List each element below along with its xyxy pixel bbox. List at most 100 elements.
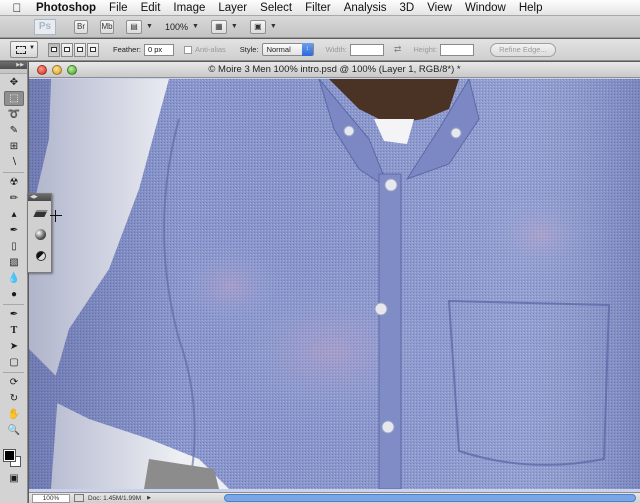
move-tool-icon[interactable]: ✥	[4, 75, 24, 90]
tool-divider	[3, 372, 24, 373]
intersect-selection-button[interactable]	[87, 42, 99, 57]
document-title-bar[interactable]: © Moire 3 Men 100% intro.psd @ 100% (Lay…	[29, 62, 640, 78]
quick-mask-icon[interactable]: ▣	[4, 471, 24, 486]
menu-app[interactable]: Photoshop	[34, 0, 103, 16]
subtract-selection-icon	[77, 47, 83, 52]
options-bar: ▼ Feather: 0 px Anti-alias Style: Normal…	[0, 39, 640, 61]
height-input[interactable]	[440, 43, 475, 56]
view-extras-button[interactable]: ▤	[126, 19, 142, 34]
status-info-icon[interactable]	[74, 494, 84, 502]
layers-icon	[33, 210, 48, 217]
menu-file[interactable]: File	[103, 0, 135, 16]
status-zoom-field[interactable]: 100%	[32, 493, 70, 503]
swap-dimensions-icon[interactable]: ⇄	[394, 44, 402, 55]
3d-orbit-tool-icon[interactable]: ↻	[4, 391, 24, 406]
selection-mode-group	[48, 42, 99, 57]
rectangle-shape-tool-icon[interactable]: ▢	[4, 355, 24, 370]
tool-preset-picker[interactable]: ▼	[10, 41, 38, 58]
clone-stamp-tool-icon[interactable]: ▴	[4, 207, 24, 222]
intersect-selection-icon	[90, 47, 96, 52]
channels-panel-button[interactable]	[32, 226, 49, 243]
chevron-down-icon[interactable]: ▼	[192, 23, 199, 30]
eyedropper-tool-icon[interactable]: ∖	[4, 155, 24, 170]
zoom-tool-icon[interactable]: 🔍	[4, 423, 24, 438]
gradient-tool-icon[interactable]: ▧	[4, 255, 24, 270]
document-window: © Moire 3 Men 100% intro.psd @ 100% (Lay…	[29, 62, 640, 503]
anti-alias-checkbox[interactable]	[183, 45, 192, 54]
rectangular-marquee-tool-icon[interactable]: ⬚	[4, 91, 24, 106]
chevron-down-icon[interactable]: ▼	[146, 23, 153, 30]
blur-tool-icon[interactable]: 💧	[4, 271, 24, 286]
bridge-button[interactable]: Br	[74, 19, 88, 34]
photo-button	[374, 302, 388, 316]
quick-selection-tool-icon[interactable]: ✎	[4, 123, 24, 138]
width-input[interactable]	[349, 43, 384, 56]
history-brush-tool-icon[interactable]: ✒	[4, 223, 24, 238]
adjustments-panel-button[interactable]	[32, 247, 49, 264]
hand-tool-icon[interactable]: ✋	[4, 407, 24, 422]
adjustments-icon	[35, 250, 46, 261]
refine-edge-button[interactable]: Refine Edge...	[490, 42, 556, 57]
menu-image[interactable]: Image	[167, 0, 212, 16]
chevron-down-icon[interactable]: ▼	[270, 23, 277, 30]
spot-healing-tool-icon[interactable]: ☢	[4, 175, 24, 190]
document-canvas[interactable]	[29, 79, 640, 489]
style-select[interactable]: Normal ↕	[261, 43, 314, 56]
tool-divider	[3, 172, 24, 173]
menu-layer[interactable]: Layer	[212, 0, 254, 16]
menu-view[interactable]: View	[421, 0, 459, 16]
width-label: Width:	[325, 45, 347, 54]
tools-panel-header[interactable]: ▶▶	[0, 62, 27, 69]
pen-tool-icon[interactable]: ✒	[4, 307, 24, 322]
menu-window[interactable]: Window	[458, 0, 512, 16]
crop-tool-icon[interactable]: ⊞	[4, 139, 24, 154]
feather-label: Feather:	[113, 45, 141, 54]
eraser-tool-icon[interactable]: ▯	[4, 239, 24, 254]
photo-button	[384, 178, 398, 192]
zoom-window-button[interactable]	[67, 65, 77, 75]
screen-mode-button[interactable]: ▣	[249, 19, 266, 34]
document-title: © Moire 3 Men 100% intro.psd @ 100% (Lay…	[208, 64, 461, 75]
menu-analysis[interactable]: Analysis	[337, 0, 393, 16]
feather-input[interactable]: 0 px	[143, 43, 174, 56]
arrange-documents-button[interactable]: ▦	[210, 19, 227, 34]
crosshair-cursor-icon	[50, 210, 62, 222]
tools-panel-grip[interactable]	[0, 69, 27, 74]
photo-collar-button	[343, 125, 355, 137]
menu-filter[interactable]: Filter	[299, 0, 338, 16]
add-to-selection-button[interactable]	[61, 42, 73, 57]
mini-bridge-button[interactable]: Mb	[100, 19, 114, 34]
3d-rotate-tool-icon[interactable]: ⟳	[4, 375, 24, 390]
style-value: Normal	[266, 45, 291, 54]
path-selection-tool-icon[interactable]: ➤	[4, 339, 24, 354]
apple-menu-icon[interactable]: 	[0, 1, 34, 15]
menu-help[interactable]: Help	[512, 0, 549, 16]
panel-dock-header[interactable]: ◀▶	[28, 194, 51, 201]
menu-3d[interactable]: 3D	[393, 0, 421, 16]
menu-bar:  Photoshop File Edit Image Layer Select…	[0, 0, 640, 16]
layers-panel-button[interactable]	[32, 205, 49, 222]
document-size-info: Doc: 1.45M/1.99M	[88, 494, 142, 502]
status-bar: 100% Doc: 1.45M/1.99M ▶	[29, 492, 640, 503]
dodge-tool-icon[interactable]: ●	[4, 287, 24, 302]
photo-collar-button	[450, 127, 462, 139]
chevron-down-icon[interactable]: ▼	[231, 23, 238, 30]
anti-alias-label: Anti-alias	[194, 45, 226, 54]
chevron-down-icon: ▼	[29, 45, 35, 51]
new-selection-button[interactable]	[48, 42, 60, 57]
zoom-level[interactable]: 100%	[165, 22, 188, 32]
menu-edit[interactable]: Edit	[134, 0, 167, 16]
horizontal-scrollbar[interactable]	[224, 494, 636, 502]
menu-select[interactable]: Select	[254, 0, 299, 16]
photo-placket	[378, 173, 402, 489]
lasso-tool-icon[interactable]: ➰	[4, 107, 24, 122]
foreground-color-swatch[interactable]	[4, 450, 15, 461]
minimize-window-button[interactable]	[52, 65, 62, 75]
status-menu-arrow-icon[interactable]: ▶	[147, 495, 151, 501]
brush-tool-icon[interactable]: ✏	[4, 191, 24, 206]
add-selection-icon	[64, 47, 70, 52]
color-swatches	[0, 444, 27, 470]
type-tool-icon[interactable]: T	[4, 323, 24, 338]
subtract-from-selection-button[interactable]	[74, 42, 86, 57]
close-window-button[interactable]	[37, 65, 47, 75]
